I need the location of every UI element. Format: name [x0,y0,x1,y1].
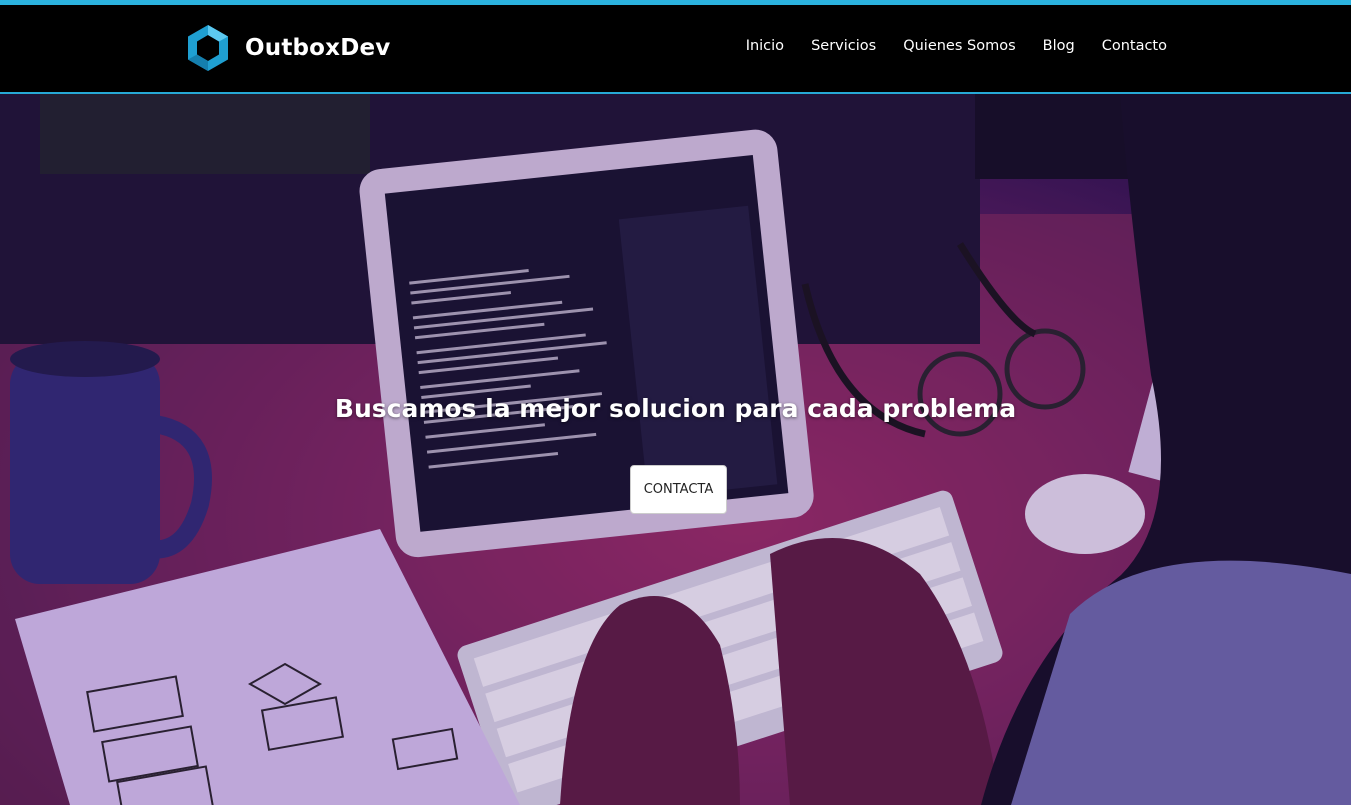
hero-section: Buscamos la mejor solucion para cada pro… [0,94,1351,805]
hexagon-logo-icon [188,25,228,71]
nav-item-quienes-somos[interactable]: Quienes Somos [903,38,1015,54]
contacta-button[interactable]: CONTACTA [630,465,727,514]
nav-item-inicio[interactable]: Inicio [746,38,784,54]
brand-name: OutboxDev [245,35,391,61]
hero-headline: Buscamos la mejor solucion para cada pro… [334,394,1017,423]
hero-background-image [0,94,1351,805]
brand-logo[interactable]: OutboxDev [183,23,391,73]
nav-item-servicios[interactable]: Servicios [811,38,876,54]
nav-item-contacto[interactable]: Contacto [1102,38,1167,54]
main-nav: Inicio Servicios Quienes Somos Blog Cont… [719,38,1167,54]
site-header: OutboxDev Inicio Servicios Quienes Somos… [0,5,1351,94]
nav-item-blog[interactable]: Blog [1043,38,1075,54]
